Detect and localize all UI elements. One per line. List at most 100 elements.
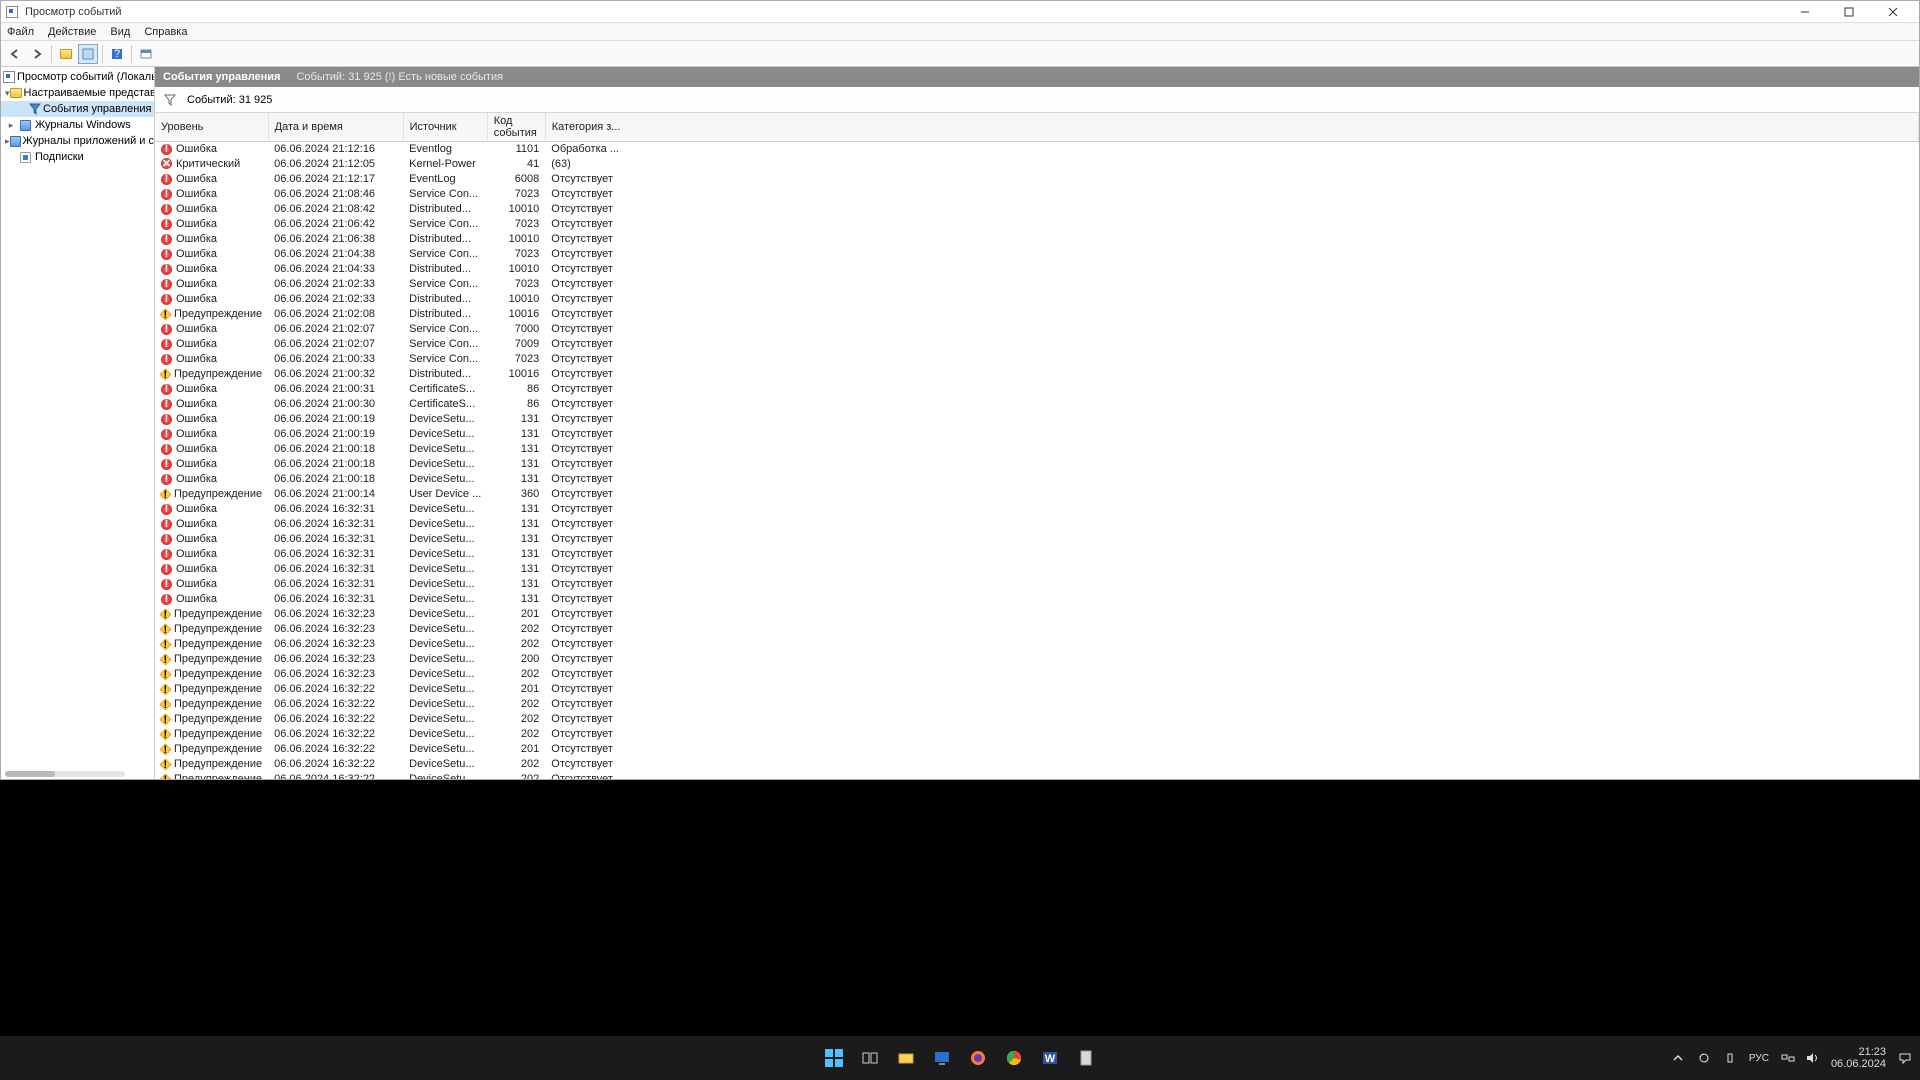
forward-button[interactable] <box>27 44 47 64</box>
taskbar-app-monitor[interactable] <box>928 1044 956 1072</box>
tray-usb-icon[interactable] <box>1723 1051 1737 1065</box>
table-row[interactable]: !Предупреждение06.06.2024 16:32:22Device… <box>155 682 1919 697</box>
table-row[interactable]: !Предупреждение06.06.2024 16:32:23Device… <box>155 607 1919 622</box>
table-row[interactable]: !Ошибка06.06.2024 21:00:19DeviceSetu...1… <box>155 412 1919 427</box>
table-row[interactable]: !Предупреждение06.06.2024 16:32:22Device… <box>155 772 1919 780</box>
table-row[interactable]: !Ошибка06.06.2024 21:12:17EventLog6008От… <box>155 172 1919 187</box>
navigation-tree[interactable]: Просмотр событий (Локальн ▾ Настраиваемы… <box>1 67 155 779</box>
expand-icon[interactable]: ▸ <box>5 120 17 131</box>
taskbar-app-firefox[interactable] <box>964 1044 992 1072</box>
refresh-button[interactable] <box>136 44 156 64</box>
table-row[interactable]: !Предупреждение06.06.2024 21:00:32Distri… <box>155 367 1919 382</box>
table-row[interactable]: !Ошибка06.06.2024 21:00:18DeviceSetu...1… <box>155 442 1919 457</box>
table-row[interactable]: !Ошибка06.06.2024 21:00:31CertificateS..… <box>155 382 1919 397</box>
table-row[interactable]: !Ошибка06.06.2024 21:00:18DeviceSetu...1… <box>155 472 1919 487</box>
menu-view[interactable]: Вид <box>110 26 130 38</box>
table-row[interactable]: !Ошибка06.06.2024 21:00:30CertificateS..… <box>155 397 1919 412</box>
taskbar-app-word[interactable]: W <box>1036 1044 1064 1072</box>
table-row[interactable]: !Ошибка06.06.2024 21:02:07Service Con...… <box>155 337 1919 352</box>
table-row[interactable]: !Ошибка06.06.2024 21:06:42Service Con...… <box>155 217 1919 232</box>
taskbar-app-chrome[interactable] <box>1000 1044 1028 1072</box>
tray-sync-icon[interactable] <box>1697 1051 1711 1065</box>
menu-file[interactable]: Файл <box>7 26 34 38</box>
tray-language[interactable]: РУС <box>1749 1053 1769 1064</box>
cell-eventid: 86 <box>487 382 545 397</box>
table-row[interactable]: !Ошибка06.06.2024 21:00:18DeviceSetu...1… <box>155 457 1919 472</box>
table-row[interactable]: !Предупреждение06.06.2024 16:32:23Device… <box>155 652 1919 667</box>
tray-notifications-icon[interactable] <box>1898 1051 1912 1065</box>
table-row[interactable]: !Предупреждение06.06.2024 21:00:14User D… <box>155 487 1919 502</box>
tree-subscriptions[interactable]: Подписки <box>1 149 154 165</box>
table-row[interactable]: !Предупреждение06.06.2024 16:32:23Device… <box>155 622 1919 637</box>
cell-source: Service Con... <box>403 352 487 367</box>
taskbar-clock[interactable]: 21:23 06.06.2024 <box>1831 1046 1886 1070</box>
table-row[interactable]: !Предупреждение06.06.2024 16:32:22Device… <box>155 712 1919 727</box>
table-row[interactable]: !Предупреждение06.06.2024 16:32:22Device… <box>155 742 1919 757</box>
cell-category: Отсутствует <box>545 202 1918 217</box>
table-row[interactable]: !Предупреждение06.06.2024 16:32:23Device… <box>155 637 1919 652</box>
tray-network-icon[interactable] <box>1781 1051 1795 1065</box>
cell-category: Отсутствует <box>545 232 1918 247</box>
table-row[interactable]: !Ошибка06.06.2024 16:32:31DeviceSetu...1… <box>155 547 1919 562</box>
table-row[interactable]: !Ошибка06.06.2024 21:12:16Eventlog1101Об… <box>155 142 1919 157</box>
help-button[interactable]: ? <box>107 44 127 64</box>
cell-source: Distributed... <box>403 307 487 322</box>
properties-button[interactable] <box>78 44 98 64</box>
col-eventid[interactable]: Код события <box>487 113 545 142</box>
taskbar-app-generic[interactable] <box>1072 1044 1100 1072</box>
tree-windows-logs[interactable]: ▸ Журналы Windows <box>1 117 154 133</box>
tree-horizontal-scrollbar[interactable] <box>5 771 125 777</box>
table-row[interactable]: !Ошибка06.06.2024 21:08:42Distributed...… <box>155 202 1919 217</box>
menu-help[interactable]: Справка <box>144 26 187 38</box>
start-button[interactable] <box>820 1044 848 1072</box>
table-row[interactable]: !Предупреждение06.06.2024 16:32:22Device… <box>155 697 1919 712</box>
task-view-button[interactable] <box>856 1044 884 1072</box>
table-row[interactable]: !Ошибка06.06.2024 16:32:31DeviceSetu...1… <box>155 517 1919 532</box>
col-datetime[interactable]: Дата и время <box>268 113 403 142</box>
tree-admin-events[interactable]: События управления <box>1 101 154 117</box>
minimize-button[interactable] <box>1783 2 1827 22</box>
table-row[interactable]: !Ошибка06.06.2024 21:04:38Service Con...… <box>155 247 1919 262</box>
table-row[interactable]: !Ошибка06.06.2024 16:32:31DeviceSetu...1… <box>155 532 1919 547</box>
cell-category: Отсутствует <box>545 682 1918 697</box>
filter-icon[interactable] <box>163 93 177 107</box>
col-category[interactable]: Категория з... <box>545 113 1918 142</box>
table-row[interactable]: !Ошибка06.06.2024 21:04:33Distributed...… <box>155 262 1919 277</box>
table-row[interactable]: !Ошибка06.06.2024 21:08:46Service Con...… <box>155 187 1919 202</box>
table-row[interactable]: ✕Критический06.06.2024 21:12:05Kernel-Po… <box>155 157 1919 172</box>
table-row[interactable]: !Ошибка06.06.2024 21:02:07Service Con...… <box>155 322 1919 337</box>
table-row[interactable]: !Ошибка06.06.2024 16:32:31DeviceSetu...1… <box>155 562 1919 577</box>
table-row[interactable]: !Предупреждение06.06.2024 16:32:23Device… <box>155 667 1919 682</box>
tree-root[interactable]: Просмотр событий (Локальн <box>1 69 154 85</box>
table-row[interactable]: !Ошибка06.06.2024 21:00:33Service Con...… <box>155 352 1919 367</box>
table-row[interactable]: !Ошибка06.06.2024 21:02:33Distributed...… <box>155 292 1919 307</box>
tray-volume-icon[interactable] <box>1805 1051 1819 1065</box>
cell-eventid: 7023 <box>487 187 545 202</box>
cell-eventid: 1101 <box>487 142 545 157</box>
taskbar-app-explorer[interactable] <box>892 1044 920 1072</box>
close-button[interactable] <box>1871 2 1915 22</box>
table-row[interactable]: !Ошибка06.06.2024 21:00:19DeviceSetu...1… <box>155 427 1919 442</box>
tree-app-logs[interactable]: ▸ Журналы приложений и сл <box>1 133 154 149</box>
table-row[interactable]: !Ошибка06.06.2024 16:32:31DeviceSetu...1… <box>155 592 1919 607</box>
tree-custom-views[interactable]: ▾ Настраиваемые представл <box>1 85 154 101</box>
table-row[interactable]: !Ошибка06.06.2024 16:32:31DeviceSetu...1… <box>155 577 1919 592</box>
event-grid[interactable]: Уровень Дата и время Источник Код событи… <box>155 113 1919 779</box>
col-level[interactable]: Уровень <box>155 113 268 142</box>
col-source[interactable]: Источник <box>403 113 487 142</box>
table-row[interactable]: !Предупреждение06.06.2024 21:02:08Distri… <box>155 307 1919 322</box>
maximize-button[interactable] <box>1827 2 1871 22</box>
table-row[interactable]: !Ошибка06.06.2024 21:06:38Distributed...… <box>155 232 1919 247</box>
show-hide-tree-button[interactable] <box>56 44 76 64</box>
level-text: Ошибка <box>176 248 217 260</box>
tray-chevron-up-icon[interactable] <box>1671 1051 1685 1065</box>
table-row[interactable]: !Ошибка06.06.2024 16:32:31DeviceSetu...1… <box>155 502 1919 517</box>
menu-action[interactable]: Действие <box>48 26 96 38</box>
err-icon: ! <box>161 174 172 185</box>
titlebar[interactable]: Просмотр событий <box>1 1 1919 23</box>
table-row[interactable]: !Ошибка06.06.2024 21:02:33Service Con...… <box>155 277 1919 292</box>
table-row[interactable]: !Предупреждение06.06.2024 16:32:22Device… <box>155 757 1919 772</box>
back-button[interactable] <box>5 44 25 64</box>
taskbar[interactable]: W РУС 21:23 06.06.2024 <box>0 1036 1920 1080</box>
table-row[interactable]: !Предупреждение06.06.2024 16:32:22Device… <box>155 727 1919 742</box>
